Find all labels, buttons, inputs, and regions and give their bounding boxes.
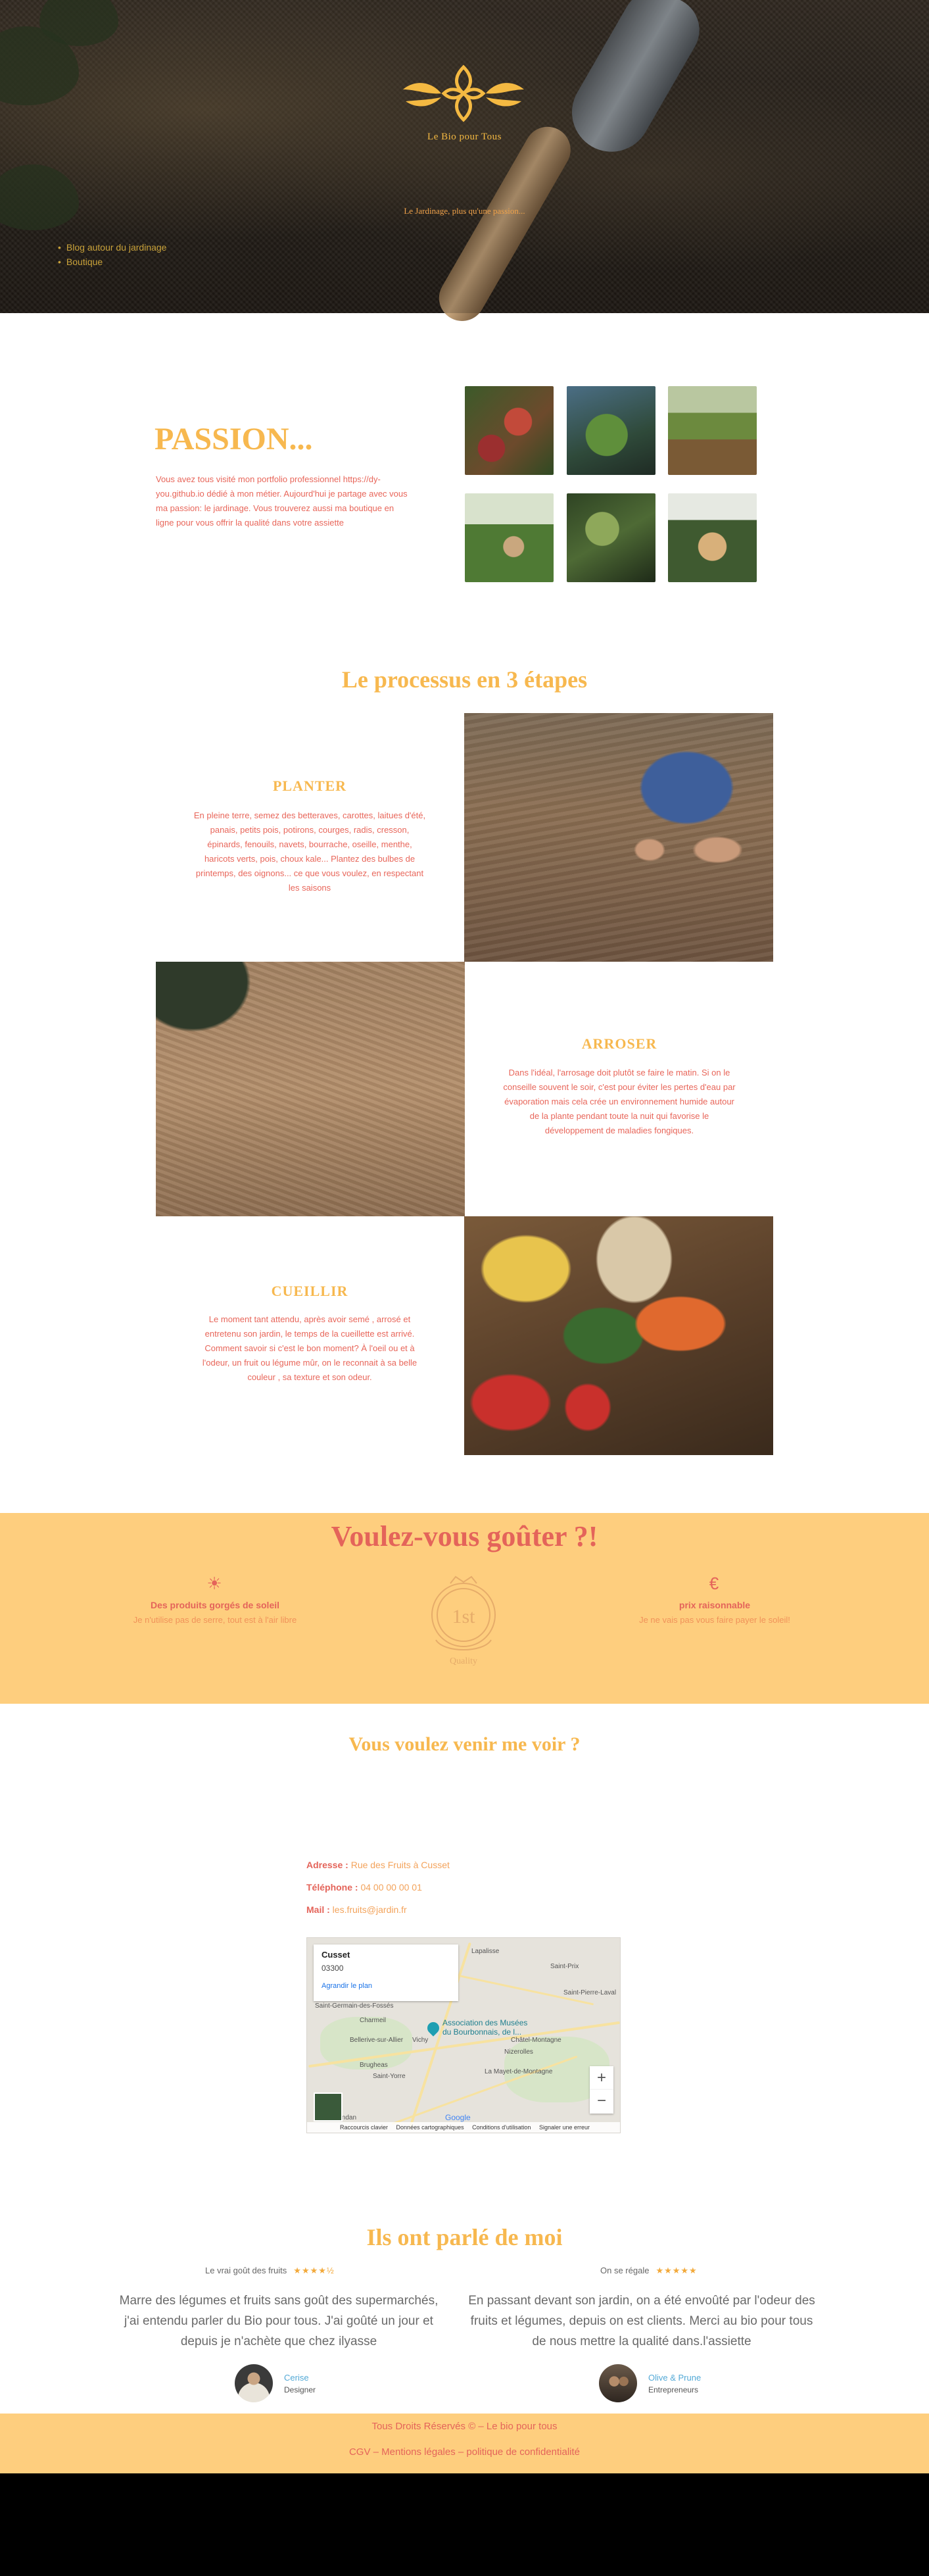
review-1-heading: Le vrai goût des fruits ★★★★½ <box>205 2266 335 2276</box>
contact-address: Adresse : Rue des Fruits à Cusset <box>306 1860 450 1870</box>
map-keyboard-shortcuts[interactable]: Raccourcis clavier <box>340 2124 388 2131</box>
map-town: Lapalisse <box>471 1948 500 1955</box>
review-2-role: Entrepreneurs <box>648 2385 699 2394</box>
location-map[interactable]: Lapalisse Saint-Prix Saint-Pierre-Laval … <box>306 1937 621 2133</box>
process-title: Le processus en 3 étapes <box>341 666 588 693</box>
map-town: Brugheas <box>360 2062 388 2069</box>
zoom-in-button[interactable]: + <box>590 2066 613 2090</box>
feature-price-text: Je ne vais pas vous faire payer le solei… <box>639 1615 790 1625</box>
map-data-link[interactable]: Données cartographiques <box>396 2124 464 2131</box>
map-postcode: 03300 <box>322 1964 344 1973</box>
gallery-photo-orchard[interactable] <box>465 493 554 582</box>
map-town: Saint-Germain-des-Fossés <box>315 2002 394 2010</box>
address-value: Rue des Fruits à Cusset <box>350 1860 450 1870</box>
address-label: Adresse : <box>306 1860 348 1870</box>
contact-phone: Téléphone : 04 00 00 00 01 <box>306 1882 422 1893</box>
logo-icon[interactable] <box>398 61 529 139</box>
badge-rank: 1st <box>452 1606 475 1627</box>
review-1-name[interactable]: Cerise <box>284 2373 309 2383</box>
step-arroser-heading: ARROSER <box>581 1035 657 1052</box>
review-2-avatar <box>599 2364 637 2402</box>
step-planter-heading: PLANTER <box>272 778 347 794</box>
nav-link-shop[interactable]: Boutique <box>58 255 166 269</box>
gallery-photo-berries[interactable] <box>465 386 554 475</box>
gallery-photo-gardener[interactable] <box>668 493 757 582</box>
gallery-photo-field-rows[interactable] <box>668 386 757 475</box>
planting-photo <box>464 713 773 962</box>
testimonials-title: Ils ont parlé de moi <box>366 2224 563 2250</box>
feature-sun-text: Je n'utilise pas de serre, tout est à l'… <box>133 1615 297 1625</box>
map-town: Charmeil <box>360 2017 387 2024</box>
map-town: Bellerive-sur-Allier <box>350 2037 404 2044</box>
feature-sun-title: Des produits gorgés de soleil <box>150 1600 280 1610</box>
satellite-toggle-button[interactable] <box>314 2093 343 2121</box>
page: Le Bio pour Tous Le Jardinage, plus qu'u… <box>0 0 929 2473</box>
review-2-stars: ★★★★★ <box>655 2266 698 2275</box>
review-2-text: En passant devant son jardin, on a été e… <box>468 2294 815 2348</box>
map-town: Vichy <box>412 2037 429 2044</box>
step-arroser-text: Dans l'idéal, l'arrosage doit plutôt se … <box>503 1068 736 1135</box>
gallery-photo-picking[interactable] <box>567 493 655 582</box>
review-2-title: On se régale <box>600 2266 650 2275</box>
map-town: Saint-Yorre <box>373 2073 406 2080</box>
gallery-photo-seedlings[interactable] <box>567 386 655 475</box>
map-terms-link[interactable]: Conditions d'utilisation <box>472 2124 531 2131</box>
map-info-card: Cusset 03300 Agrandir le plan <box>314 1944 458 2001</box>
mail-label: Mail : <box>306 1904 330 1915</box>
footer-legal-links[interactable]: CGV – Mentions légales – politique de co… <box>0 2446 929 2458</box>
review-2-heading: On se régale ★★★★★ <box>600 2266 698 2276</box>
mail-value[interactable]: les.fruits@jardin.fr <box>333 1904 407 1915</box>
quality-badge-icon: 1st Quality <box>431 1575 496 1666</box>
step-cueillir-text: Le moment tant attendu, après avoir semé… <box>202 1314 417 1382</box>
contact-title: Vous voulez venir me voir ? <box>348 1733 581 1755</box>
hero-tagline: Le Jardinage, plus qu'une passion... <box>404 206 525 216</box>
review-1-stars: ★★★★½ <box>293 2266 335 2275</box>
feature-price-title: prix raisonnable <box>679 1600 751 1610</box>
map-town: Châtel-Montagne <box>511 2037 561 2044</box>
map-town: Nizerolles <box>504 2048 533 2056</box>
google-logo: Google <box>445 2113 471 2122</box>
map-town: La Mayet-de-Montagne <box>485 2068 553 2075</box>
contact-mail: Mail : les.fruits@jardin.fr <box>306 1904 407 1915</box>
map-place-name: Cusset <box>322 1950 350 1960</box>
phone-label: Téléphone : <box>306 1882 358 1893</box>
review-1-role: Designer <box>284 2385 316 2394</box>
hero-banner: Le Bio pour Tous Le Jardinage, plus qu'u… <box>0 0 929 330</box>
sun-icon: ☀ <box>206 1573 222 1593</box>
review-1-title: Le vrai goût des fruits <box>205 2266 287 2275</box>
passion-text: Vous avez tous visité mon portfolio prof… <box>156 474 408 528</box>
map-enlarge-link[interactable]: Agrandir le plan <box>322 1982 450 1990</box>
map-marker-label[interactable]: Association des Musées du Bourbonnais, d… <box>442 2018 528 2037</box>
badge-word: Quality <box>450 1656 477 1666</box>
zoom-out-button[interactable]: − <box>590 2090 613 2114</box>
watering-photo <box>156 962 465 1216</box>
hero-nav: Blog autour du jardinage Boutique <box>58 240 167 269</box>
euro-icon: € <box>709 1573 719 1593</box>
passion-title: PASSION... <box>155 422 313 457</box>
phone-value[interactable]: 04 00 00 00 01 <box>360 1882 421 1893</box>
footer-copyright: Tous Droits Réservés © – Le bio pour tou… <box>371 2421 558 2432</box>
map-footer: Raccourcis clavier Données cartographiqu… <box>307 2122 620 2133</box>
step-planter-text: En pleine terre, semez des betteraves, c… <box>193 810 426 893</box>
review-1-avatar <box>235 2364 273 2402</box>
brand-name[interactable]: Le Bio pour Tous <box>0 132 929 143</box>
review-1-text: Marre des légumes et fruits sans goût de… <box>119 2294 439 2348</box>
map-town: Saint-Pierre-Laval <box>563 1989 617 1996</box>
review-2-name[interactable]: Olive & Prune <box>648 2373 701 2383</box>
nav-link-blog[interactable]: Blog autour du jardinage <box>58 240 167 255</box>
harvest-photo <box>464 1216 773 1455</box>
map-town: Saint-Prix <box>550 1963 579 1970</box>
taste-title: Voulez-vous goûter ?! <box>331 1520 598 1552</box>
step-cueillir-heading: CUEILLIR <box>271 1283 348 1299</box>
